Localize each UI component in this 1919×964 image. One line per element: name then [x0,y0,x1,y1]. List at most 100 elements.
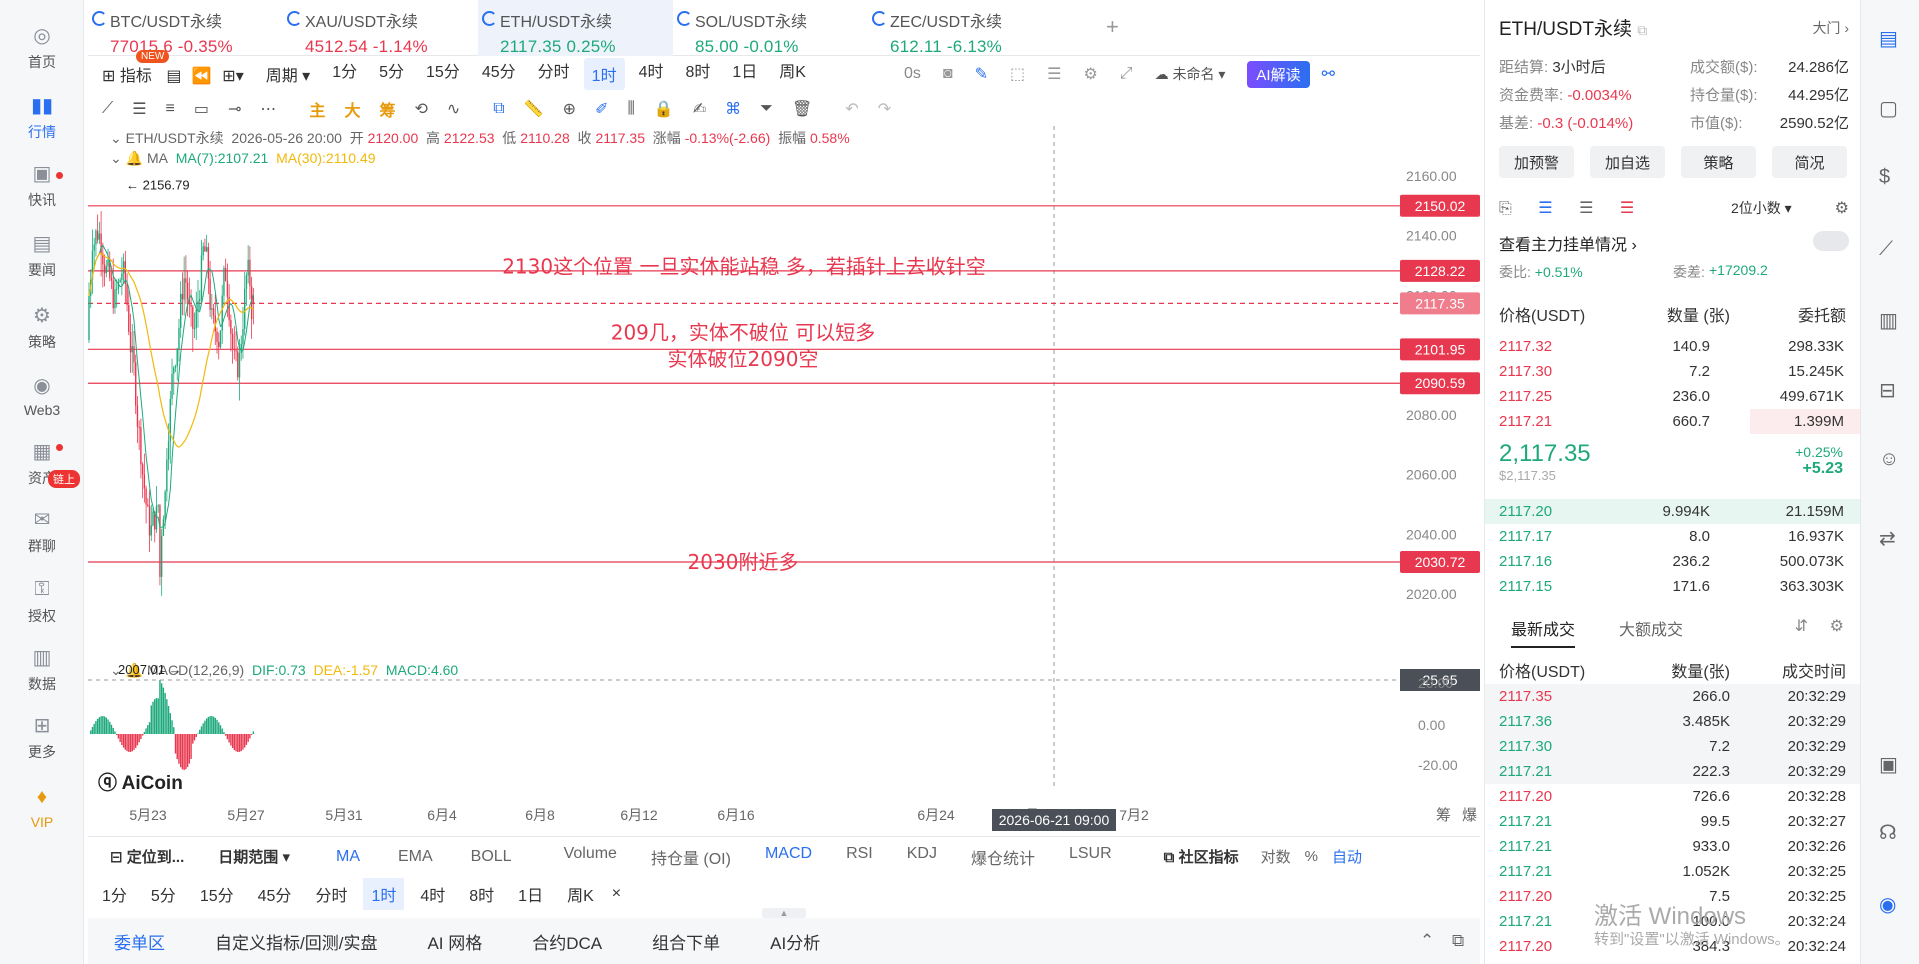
quick-period-8[interactable]: 1日 [510,878,551,910]
pen-icon[interactable]: ✎ [975,64,988,84]
quick-period-7[interactable]: 8时 [461,878,502,910]
bot-icon[interactable]: ☺ [1879,448,1899,471]
period-dropdown[interactable]: 周期 ▾ [266,62,311,86]
line-tool-icon[interactable]: ⟋ [102,100,113,118]
quick-period-9[interactable]: 周K [559,878,602,910]
symbol-tab[interactable]: BTC/USDT永续 77015.6 -0.35% [88,0,283,56]
nav-item-news-flash[interactable]: ▣ 快讯 [0,150,84,220]
nav-item-home[interactable]: ◎ 首页 [0,12,84,82]
main-orders-link[interactable]: 查看主力挂单情况 › [1499,231,1849,255]
notes-icon[interactable]: ▢ [1879,96,1898,121]
expand-handle-icon[interactable]: ▲ [762,908,806,918]
chip-button[interactable]: 筹 [379,97,395,121]
nav-item-vip[interactable]: ♦ VIP [0,772,84,842]
headset-icon[interactable]: ☊ [1879,820,1897,845]
edit-icon[interactable]: ✍ [693,99,706,119]
nav-item-robot[interactable]: ⚙ 策略 [0,292,84,362]
template-dropdown[interactable]: ☁ 未命名 ▾ [1155,64,1226,84]
sub-indicator[interactable]: Volume [564,845,617,869]
share-icon[interactable]: ⚯ [1322,64,1335,84]
camera-icon[interactable]: ◙ [943,65,953,83]
sub-indicator[interactable]: 持仓量 (OI) [651,845,731,869]
period-8[interactable]: 1日 [732,58,757,90]
ask-row[interactable]: 2117.21 660.7 1.399M [1485,409,1860,434]
trade-filter-icon[interactable]: ⇵ [1795,616,1808,636]
panel-icon[interactable]: ▣ [1879,752,1898,777]
date-range-button[interactable]: 日期范围 ▾ [218,846,290,867]
indicator-button[interactable]: ⊞ 指标 NEW ▤ ⏪ ⊞▾ [102,50,244,86]
nav-item-data[interactable]: ▥ 数据 [0,634,84,704]
layout-icon[interactable]: ▤ [1879,26,1898,51]
chart-annotation[interactable]: 2030附近多 [688,550,799,574]
more-tools-icon[interactable]: ⋯ [260,99,276,119]
period-3[interactable]: 45分 [482,58,516,90]
brush-icon[interactable]: ✐ [595,99,608,119]
bottom-tab-2[interactable]: AI 网格 [427,929,482,954]
ask-row[interactable]: 2117.32 140.9 298.33K [1485,334,1860,359]
ask-row[interactable]: 2117.25 236.0 499.671K [1485,384,1860,409]
panel-action-button[interactable]: 策略 [1681,146,1756,178]
depth-mode-1-icon[interactable]: ⎘ [1499,200,1512,217]
nav-item-web3[interactable]: ◉ Web3 [0,360,84,430]
trade-header-1[interactable]: 数量(张) [1671,658,1730,682]
depth-mode-3-icon[interactable]: ☰ [1579,200,1593,217]
symbol-tab[interactable]: ZEC/USDT永续 612.11 -6.13% [868,0,1063,56]
ob-header-2[interactable]: 委托额 [1798,302,1846,326]
close-period-icon[interactable]: × [612,885,621,903]
trade-tab-0[interactable]: 最新成交 [1511,616,1576,648]
panel-action-button[interactable]: 加预警 [1499,146,1574,178]
list-icon[interactable]: ☰ [1047,64,1061,84]
etf-icon[interactable]: ⊟ [1879,378,1896,403]
auto-toggle[interactable]: 自动 [1332,846,1362,867]
lock-icon[interactable]: 🔒 [654,99,674,119]
trade-tab-1[interactable]: 大额成交 [1619,616,1683,640]
nav-item-more-grid[interactable]: ⊞ 更多 [0,702,84,772]
quick-period-4[interactable]: 分时 [307,878,355,910]
period-7[interactable]: 8时 [685,58,710,90]
channel-tool-icon[interactable]: ≡ [166,100,175,118]
pattern-icon[interactable]: ⟲ [414,99,427,119]
ob-header-1[interactable]: 数量 (张) [1667,302,1730,326]
bottom-tab-0[interactable]: 委单区 [114,929,165,954]
bottom-tab-5[interactable]: AI分析 [770,929,820,954]
sub-indicator[interactable]: 爆仓统计 [971,845,1035,869]
chart-annotation[interactable]: 2130这个位置 一旦实体能站稳 多，若插针上去收针空 [502,255,986,279]
quick-period-2[interactable]: 15分 [192,878,242,910]
community-indicator-button[interactable]: ⧉ 社区指标 [1164,846,1239,867]
main-indicator-ema[interactable]: EMA [398,848,433,866]
bid-row[interactable]: 2117.15 171.6 363.303K [1485,574,1860,599]
trash-icon[interactable]: 🗑 [792,99,812,119]
assistant-icon[interactable]: ◉ [1879,892,1896,917]
period-4[interactable]: 分时 [538,58,570,90]
add-tab-icon[interactable]: + [1106,14,1119,40]
bar-chart-icon[interactable]: ▥ [1879,308,1898,333]
axis-corner-label[interactable]: 爆 [1462,806,1477,824]
nav-item-chat[interactable]: ✉ 群聊 [0,496,84,566]
bottom-tab-1[interactable]: 自定义指标/回测/实盘 [215,929,377,954]
magnet-icon[interactable]: ⌘ [725,99,741,119]
exchange-icon[interactable]: ⇄ [1879,526,1896,551]
dollar-icon[interactable]: $ [1879,166,1890,189]
main-indicator-boll[interactable]: BOLL [471,848,512,866]
nav-item-market-chart[interactable]: ▮▮ 行情 [0,82,84,152]
line-chart-icon[interactable]: ⟋ [1879,238,1893,261]
trade-settings-icon[interactable]: ⚙ [1830,616,1844,636]
quick-period-3[interactable]: 45分 [250,878,300,910]
period-2[interactable]: 15分 [426,58,460,90]
undo-icon[interactable]: ↶ [845,99,858,119]
locate-button[interactable]: ⊟ 定位到... [110,846,184,867]
price-chart[interactable]: ⌄ ETH/USDT永续 2026-05-26 20:00 开 2120.00 … [88,126,1480,836]
chart-annotation[interactable]: 实体破位2090空 [668,347,819,371]
axis-corner-label[interactable]: 筹 [1436,806,1451,824]
depth-mode-4-icon[interactable]: ☰ [1620,200,1634,217]
period-0[interactable]: 1分 [332,58,357,90]
cursor-icon[interactable]: ⬚ [1010,64,1025,84]
period-5[interactable]: 1时 [583,58,625,90]
candle-icon[interactable]: ⫼ [627,100,634,118]
depth-settings-icon[interactable]: ⚙ [1835,198,1849,218]
replay-icon[interactable]: ⏪ [192,68,212,85]
symbol-tab[interactable]: XAU/USDT永续 4512.54 -1.14% [283,0,478,56]
quick-period-1[interactable]: 5分 [143,878,184,910]
bid-row[interactable]: 2117.17 8.0 16.937K [1485,524,1860,549]
nav-item-key[interactable]: ⚿ 授权 [0,566,84,636]
